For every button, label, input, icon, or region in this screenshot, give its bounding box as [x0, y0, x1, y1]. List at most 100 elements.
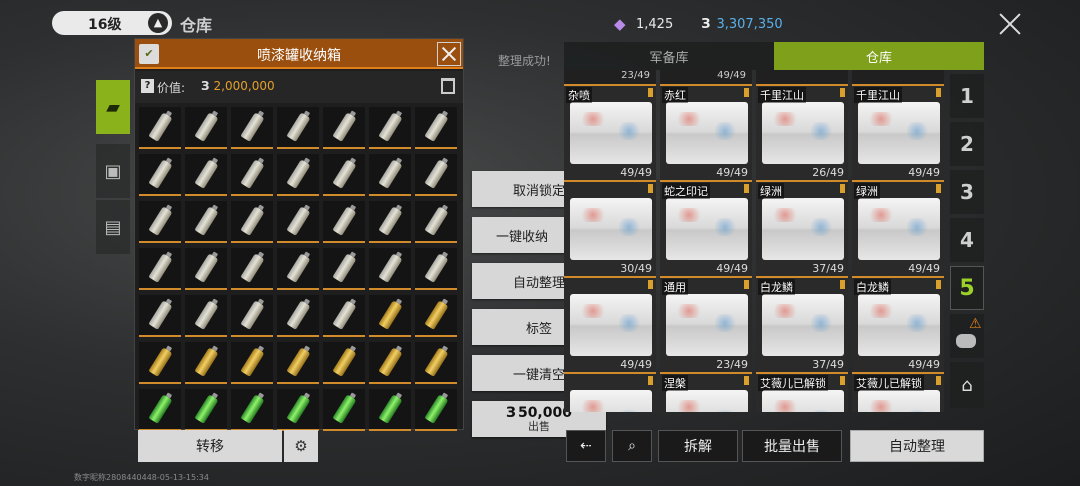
- pin-icon: [840, 88, 845, 97]
- spray-slot[interactable]: [277, 107, 319, 149]
- warehouse-home-tab[interactable]: ⌂: [950, 362, 984, 408]
- store-all-button[interactable]: 一键收纳: [472, 217, 572, 253]
- spray-slot[interactable]: [139, 389, 181, 431]
- storage-box-slot[interactable]: 千里江山 49/49: [852, 86, 944, 182]
- spray-slot[interactable]: [277, 389, 319, 431]
- spray-can-icon: [378, 112, 403, 142]
- spray-slot[interactable]: [231, 342, 273, 384]
- spray-slot[interactable]: [139, 342, 181, 384]
- spray-slot[interactable]: [231, 107, 273, 149]
- spray-slot[interactable]: [323, 201, 365, 243]
- spray-slot[interactable]: [185, 154, 227, 196]
- transfer-settings-gear-icon[interactable]: ⚙: [284, 430, 318, 462]
- spray-slot[interactable]: [369, 248, 411, 290]
- category-tab-locked[interactable]: ▤: [96, 200, 130, 254]
- page-tab-2[interactable]: 2: [950, 122, 984, 166]
- spray-slot[interactable]: [185, 389, 227, 431]
- spray-slot[interactable]: [185, 295, 227, 337]
- category-tab-backpack[interactable]: ▣: [96, 144, 130, 198]
- storage-box-icon: [666, 294, 748, 356]
- auto-sort-button[interactable]: 自动整理: [850, 430, 984, 462]
- page-tab-4[interactable]: 4: [950, 218, 984, 262]
- spray-slot[interactable]: [139, 295, 181, 337]
- spray-slot[interactable]: [323, 389, 365, 431]
- box-name: 绿洲: [854, 183, 880, 199]
- spray-slot[interactable]: [415, 389, 457, 431]
- spray-slot[interactable]: [185, 248, 227, 290]
- spray-slot[interactable]: [231, 201, 273, 243]
- storage-box-slot[interactable]: 千里江山 26/49: [756, 86, 848, 182]
- storage-box-icon: [858, 198, 940, 260]
- spray-slot[interactable]: [369, 201, 411, 243]
- spray-slot[interactable]: [369, 342, 411, 384]
- spray-slot[interactable]: [323, 295, 365, 337]
- spray-slot[interactable]: [231, 248, 273, 290]
- storage-box-slot[interactable]: 白龙鳞 49/49: [852, 278, 944, 374]
- storage-box-slot[interactable]: 赤红 49/49: [660, 86, 752, 182]
- spray-slot[interactable]: [231, 295, 273, 337]
- tab-armory[interactable]: 军备库: [564, 42, 774, 70]
- page-tab-1[interactable]: 1: [950, 74, 984, 118]
- spray-slot[interactable]: [369, 154, 411, 196]
- spray-slot[interactable]: [185, 201, 227, 243]
- spray-slot[interactable]: [277, 154, 319, 196]
- category-tab-weapons[interactable]: ▰: [96, 80, 130, 134]
- spray-slot[interactable]: [185, 342, 227, 384]
- spray-slot[interactable]: [369, 389, 411, 431]
- storage-box-slot[interactable]: 绿洲 49/49: [852, 182, 944, 278]
- spray-slot[interactable]: [277, 342, 319, 384]
- spray-slot[interactable]: [277, 295, 319, 337]
- spray-slot[interactable]: [231, 389, 273, 431]
- partial-box-count: 49/49: [660, 70, 752, 86]
- search-button[interactable]: ⌕: [612, 430, 652, 462]
- spray-slot[interactable]: [139, 154, 181, 196]
- pin-icon: [744, 88, 749, 97]
- spray-slot[interactable]: [231, 154, 273, 196]
- tab-warehouse[interactable]: 仓库: [774, 42, 984, 70]
- storage-box-slot[interactable]: 通用 23/49: [660, 278, 752, 374]
- spray-slot[interactable]: [139, 248, 181, 290]
- storage-box-slot[interactable]: 白龙鳞 37/49: [756, 278, 848, 374]
- spray-slot[interactable]: [415, 107, 457, 149]
- spray-slot[interactable]: [185, 107, 227, 149]
- help-icon[interactable]: ?: [141, 79, 154, 93]
- close-button[interactable]: [996, 10, 1024, 38]
- spray-can-icon: [378, 253, 403, 283]
- spray-slot[interactable]: [323, 342, 365, 384]
- spray-slot[interactable]: [277, 248, 319, 290]
- locked-page-tab[interactable]: ⚠: [950, 314, 984, 358]
- box-name: 通用: [662, 279, 688, 295]
- spray-slot[interactable]: [323, 107, 365, 149]
- level-badge[interactable]: 16级 ▲: [52, 11, 172, 35]
- storage-box-slot[interactable]: [564, 374, 656, 412]
- storage-box-slot[interactable]: 绿洲 37/49: [756, 182, 848, 278]
- storage-box-slot[interactable]: 涅槃: [660, 374, 752, 412]
- spray-slot[interactable]: [139, 201, 181, 243]
- spray-slot[interactable]: [415, 201, 457, 243]
- storage-box-slot[interactable]: 蛇之印记 49/49: [660, 182, 752, 278]
- spray-slot[interactable]: [415, 154, 457, 196]
- page-tab-3[interactable]: 3: [950, 170, 984, 214]
- spray-slot[interactable]: [323, 154, 365, 196]
- storage-box-slot[interactable]: 艾薇儿已解锁: [852, 374, 944, 412]
- trash-icon[interactable]: [441, 78, 455, 94]
- storage-box-slot[interactable]: 30/49: [564, 182, 656, 278]
- spray-slot[interactable]: [415, 295, 457, 337]
- spray-can-icon: [148, 253, 173, 283]
- spray-slot[interactable]: [323, 248, 365, 290]
- page-tab-5[interactable]: 5: [950, 266, 984, 310]
- storage-box-slot[interactable]: 杂喷 49/49: [564, 86, 656, 182]
- spray-slot[interactable]: [139, 107, 181, 149]
- storage-box-slot[interactable]: 49/49: [564, 278, 656, 374]
- storage-box-slot[interactable]: 艾薇儿已解锁: [756, 374, 848, 412]
- spray-slot[interactable]: [415, 248, 457, 290]
- spray-slot[interactable]: [277, 201, 319, 243]
- spray-slot[interactable]: [415, 342, 457, 384]
- dismantle-button[interactable]: 拆解: [658, 430, 738, 462]
- back-button[interactable]: ⇠: [566, 430, 606, 462]
- bulk-sell-button[interactable]: 批量出售: [742, 430, 842, 462]
- panel-close-button[interactable]: [437, 42, 461, 66]
- transfer-button[interactable]: 转移: [138, 430, 282, 462]
- spray-slot[interactable]: [369, 107, 411, 149]
- spray-slot[interactable]: [369, 295, 411, 337]
